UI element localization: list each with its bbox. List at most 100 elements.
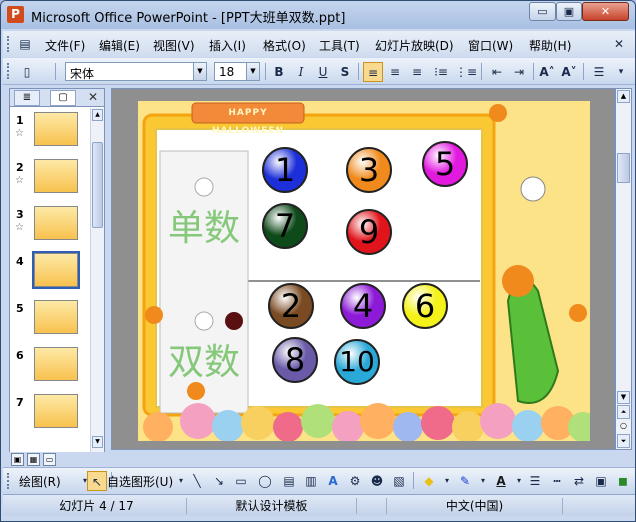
slide-thumbnail[interactable]: 3 ☆ [10,206,90,252]
dash-style-icon[interactable]: ┅ [547,471,567,491]
bullets-icon[interactable]: ⋮≡ [455,62,477,82]
chevron-down-icon[interactable]: ▼ [246,63,259,80]
outline-tab[interactable]: ≣ [14,90,40,106]
bold-button[interactable]: B [269,62,289,82]
even-number-ball[interactable]: 8 [272,337,318,383]
even-number-ball[interactable]: 6 [402,283,448,329]
slides-scrollbar[interactable]: ▲ ▼ [90,108,104,452]
grow-font-button[interactable]: A˄ [537,62,557,82]
scroll-up-icon[interactable]: ▲ [617,90,630,103]
toolbar-grip[interactable] [7,473,11,489]
close-pane-button[interactable]: ✕ [88,90,98,104]
arrow-style-icon[interactable]: ⇄ [569,471,589,491]
even-number-ball[interactable]: 10 [334,339,380,385]
slide-thumbnail-image[interactable] [32,251,80,289]
increase-indent-icon[interactable]: ⇥ [509,62,529,82]
slides-tab[interactable]: ▢ [50,90,76,106]
font-color-icon[interactable]: A [491,471,511,491]
vertical-textbox-icon[interactable]: ▥ [301,471,321,491]
menu-window[interactable]: 窗口(W) [468,37,513,54]
slide-thumbnail-image[interactable] [34,159,78,193]
textbox-icon[interactable]: ▤ [279,471,299,491]
line-icon[interactable]: ╲ [187,471,207,491]
scroll-down-icon[interactable]: ▼ [92,436,103,448]
select-browse-object-icon[interactable]: ○ [617,420,630,433]
new-document-icon[interactable]: ▯ [17,62,37,82]
font-size-combo[interactable]: 18 ▼ [214,62,260,81]
shrink-font-button[interactable]: A˅ [559,62,579,82]
underline-button[interactable]: U [313,62,333,82]
menu-help[interactable]: 帮助(H) [529,37,571,54]
menu-file[interactable]: 文件(F) [45,37,85,54]
arrow-icon[interactable]: ↘ [209,471,229,491]
chevron-down-icon[interactable]: ▾ [473,471,493,491]
menu-view[interactable]: 视图(V) [153,37,195,54]
slide-canvas[interactable]: HAPPY HALLOWEEN 单数 双数 1 3 5 7 9 2 4 6 8 10 [138,101,590,441]
slide-thumbnail-image[interactable] [34,394,78,428]
slide-thumbnail[interactable]: 5 [10,300,90,346]
slide-design-icon[interactable]: ☰ [589,62,609,82]
line-color-icon[interactable]: ✎ [455,471,475,491]
close-document-icon[interactable]: ✕ [609,34,629,54]
minimize-button[interactable]: ▭ [529,2,556,21]
slide-thumbnail[interactable]: 6 [10,347,90,393]
slide-sorter-icon[interactable]: ▦ [27,453,40,466]
scroll-up-icon[interactable]: ▲ [92,109,103,121]
fill-color-icon[interactable]: ◆ [419,471,439,491]
title-bar[interactable]: P Microsoft Office PowerPoint - [PPT大班单双… [1,1,635,29]
chevron-down-icon[interactable]: ▾ [437,471,457,491]
document-icon[interactable]: ▤ [15,34,35,54]
3d-style-icon[interactable]: ◼ [613,471,633,491]
italic-button[interactable]: I [291,62,311,82]
draw-menu[interactable]: 绘图(R) [19,473,61,490]
next-slide-icon[interactable]: ⏷ [617,434,630,448]
powerpoint-icon[interactable]: P [7,6,24,23]
chevron-down-icon[interactable]: ▼ [193,63,206,80]
odd-number-ball[interactable]: 9 [346,209,392,255]
slideshow-view-icon[interactable]: ▭ [43,453,56,466]
shadow-button[interactable]: S [335,62,355,82]
slide-thumbnail[interactable]: 2 ☆ [10,159,90,205]
decrease-indent-icon[interactable]: ⇤ [487,62,507,82]
toolbar-options-icon[interactable]: ▾ [611,62,631,82]
scroll-down-icon[interactable]: ▼ [617,391,630,404]
toolbar-grip[interactable] [7,36,11,52]
odd-number-ball[interactable]: 1 [262,147,308,193]
line-style-icon[interactable]: ☰ [525,471,545,491]
slide-thumbnail-image[interactable] [34,300,78,334]
menu-insert[interactable]: 插入(I) [209,37,246,54]
align-right-icon[interactable]: ≡ [407,62,427,82]
slide-thumbnail-image[interactable] [34,347,78,381]
shadow-style-icon[interactable]: ▣ [591,471,611,491]
oval-icon[interactable]: ◯ [255,471,275,491]
menu-tools[interactable]: 工具(T) [319,37,360,54]
toolbar-grip[interactable] [7,63,11,79]
numbering-icon[interactable]: ⁝≡ [431,62,451,82]
slide-thumbnail[interactable]: 1 ☆ [10,112,90,158]
menu-slideshow[interactable]: 幻灯片放映(D) [375,37,454,54]
even-number-ball[interactable]: 4 [340,283,386,329]
slide-thumbnail-image[interactable] [34,112,78,146]
odd-number-ball[interactable]: 5 [422,141,468,187]
even-number-ball[interactable]: 2 [268,283,314,329]
diagram-icon[interactable]: ⚙ [345,471,365,491]
align-left-icon[interactable]: ≡ [363,62,383,82]
align-center-icon[interactable]: ≡ [385,62,405,82]
clipart-icon[interactable]: ☻ [367,471,387,491]
odd-number-ball[interactable]: 7 [262,203,308,249]
slide-editing-area[interactable]: HAPPY HALLOWEEN 单数 双数 1 3 5 7 9 2 4 6 8 10 [111,88,615,450]
thumbnail-list[interactable]: 1 ☆ 2 ☆ 3 ☆ 4 5 6 7 [10,108,90,452]
font-name-combo[interactable]: 宋体 ▼ [65,62,207,81]
previous-slide-icon[interactable]: ⏶ [617,405,630,419]
menu-edit[interactable]: 编辑(E) [99,37,140,54]
slide-thumbnail[interactable]: 7 [10,394,90,440]
rectangle-icon[interactable]: ▭ [231,471,251,491]
odd-number-ball[interactable]: 3 [346,147,392,193]
slide-scrollbar[interactable]: ▲ ▼ ⏶ ○ ⏷ [615,88,632,450]
scroll-thumb[interactable] [617,153,630,183]
slide-thumbnail[interactable]: 4 [10,251,90,299]
close-button[interactable]: ✕ [582,2,629,21]
normal-view-icon[interactable]: ▣ [11,453,24,466]
menu-format[interactable]: 格式(O) [263,37,306,54]
scroll-thumb[interactable] [92,142,103,228]
